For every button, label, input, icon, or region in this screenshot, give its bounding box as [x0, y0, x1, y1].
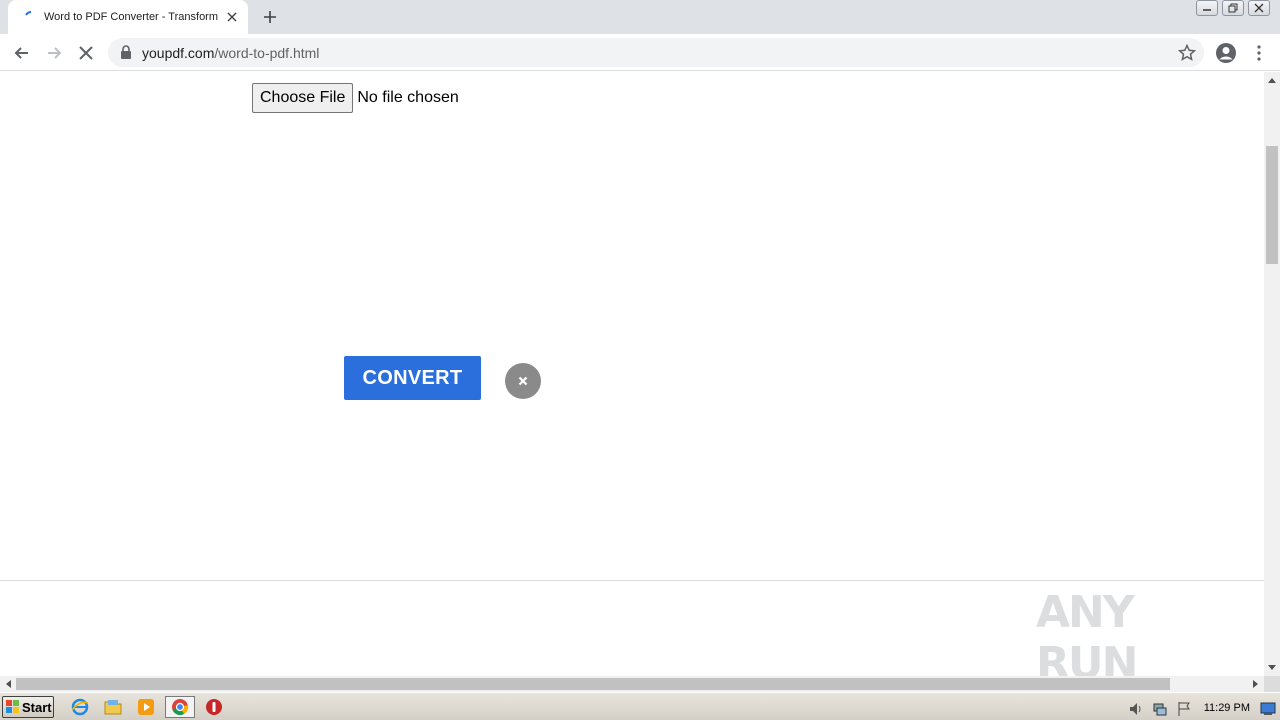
- action-center-flag-icon[interactable]: [1174, 699, 1194, 719]
- lock-icon: [121, 45, 131, 59]
- start-button[interactable]: Start: [2, 696, 54, 718]
- horizontal-scroll-thumb[interactable]: [16, 678, 1170, 690]
- url-host: youpdf.com: [142, 45, 215, 61]
- file-status-text: No file chosen: [357, 89, 459, 106]
- system-tray: 11:29 PM: [1120, 695, 1280, 719]
- vertical-scrollbar[interactable]: [1264, 72, 1280, 676]
- menu-kebab-icon[interactable]: [1246, 40, 1272, 66]
- restore-icon[interactable]: [1222, 0, 1244, 16]
- close-window-icon[interactable]: [1248, 0, 1270, 16]
- vertical-scroll-thumb[interactable]: [1266, 146, 1278, 264]
- url-path: /word-to-pdf.html: [214, 45, 320, 61]
- internet-explorer-icon[interactable]: [70, 697, 90, 717]
- scroll-left-icon[interactable]: [0, 676, 16, 692]
- taskbar-clock[interactable]: 11:29 PM: [1204, 702, 1250, 714]
- horizontal-scrollbar[interactable]: [0, 676, 1264, 692]
- anyrun-watermark: ANY RUN: [1036, 587, 1236, 676]
- stop-sign-icon[interactable]: [204, 697, 224, 717]
- profile-avatar-icon[interactable]: [1213, 40, 1239, 66]
- browser-toolbar: youpdf.com/word-to-pdf.html: [0, 34, 1280, 71]
- start-label: Start: [22, 699, 52, 715]
- convert-button[interactable]: CONVERT: [344, 356, 481, 400]
- scroll-up-icon[interactable]: [1264, 72, 1280, 88]
- loading-spinner-icon: [25, 11, 32, 16]
- scroll-right-icon[interactable]: [1248, 676, 1264, 692]
- file-explorer-icon[interactable]: [103, 697, 123, 717]
- window-controls: [1196, 0, 1270, 18]
- volume-icon[interactable]: [1126, 699, 1146, 719]
- cancel-button[interactable]: [505, 363, 541, 399]
- back-arrow-icon[interactable]: [9, 40, 35, 66]
- tab-close-icon[interactable]: [224, 9, 240, 25]
- screen: Word to PDF Converter - Transform youpdf…: [0, 0, 1280, 720]
- show-desktop-icon[interactable]: [1258, 699, 1278, 719]
- media-player-icon[interactable]: [136, 697, 156, 717]
- new-tab-icon[interactable]: [258, 5, 282, 29]
- section-divider: [0, 580, 1264, 581]
- address-bar[interactable]: youpdf.com/word-to-pdf.html: [108, 38, 1204, 67]
- browser-tab[interactable]: Word to PDF Converter - Transform: [8, 0, 248, 34]
- choose-file-button[interactable]: Choose File: [252, 83, 354, 113]
- tab-title: Word to PDF Converter - Transform: [44, 11, 219, 23]
- scrollbar-corner: [1264, 676, 1280, 692]
- page-viewport: Choose File No file chosen CONVERT ANY R…: [0, 72, 1264, 676]
- minimize-icon[interactable]: [1196, 0, 1218, 16]
- windows-logo-icon: [6, 700, 19, 713]
- close-icon: [518, 376, 528, 386]
- windows-taskbar: Start 11:29 PM: [0, 692, 1280, 720]
- file-input: Choose File No file chosen: [252, 83, 459, 113]
- scroll-down-icon[interactable]: [1264, 660, 1280, 676]
- forward-arrow-icon[interactable]: [41, 40, 67, 66]
- bookmark-star-icon[interactable]: [1178, 44, 1196, 62]
- network-icon[interactable]: [1150, 699, 1170, 719]
- watermark-text: ANY RUN: [1036, 587, 1138, 676]
- chrome-taskbar-icon[interactable]: [165, 696, 195, 718]
- url-text: youpdf.com/word-to-pdf.html: [142, 45, 319, 61]
- stop-loading-icon[interactable]: [73, 40, 99, 66]
- tab-strip: Word to PDF Converter - Transform: [0, 0, 1280, 34]
